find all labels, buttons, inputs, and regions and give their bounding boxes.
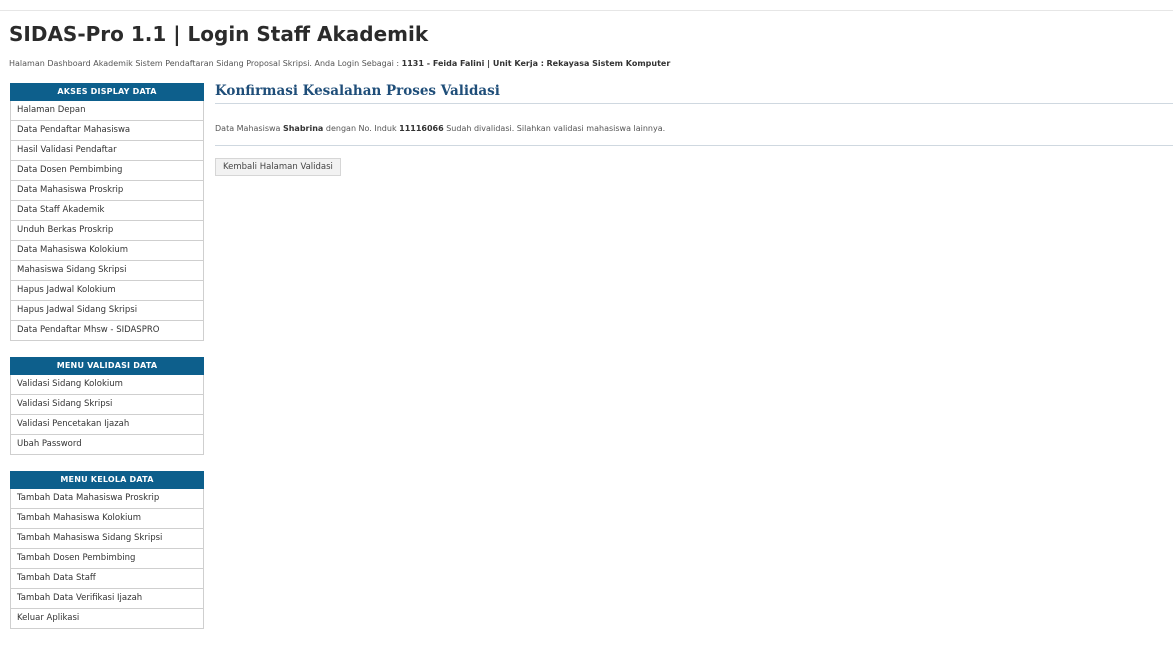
main-content: Konfirmasi Kesalahan Proses Validasi Dat… [215, 83, 1173, 176]
sidebar-menu-item[interactable]: Data Staff Akademik [10, 201, 204, 221]
sidebar-menu-item[interactable]: Validasi Sidang Skripsi [10, 395, 204, 415]
sidebar-menu-item[interactable]: Tambah Data Staff [10, 569, 204, 589]
message-text-1: Data Mahasiswa [215, 124, 283, 133]
sidebar-menu-item[interactable]: Tambah Mahasiswa Kolokium [10, 509, 204, 529]
top-divider [0, 10, 1173, 11]
separator-dash: - [423, 59, 433, 68]
login-info: Halaman Dashboard Akademik Sistem Pendaf… [9, 59, 670, 68]
sidebar-menu-item[interactable]: Keluar Aplikasi [10, 609, 204, 629]
sidebar-menu-item[interactable]: Data Pendaftar Mhsw - SIDASPRO [10, 321, 204, 341]
app-title: SIDAS-Pro 1.1 | Login Staff Akademik [9, 22, 429, 46]
user-name: Feida Falini [432, 59, 485, 68]
sidebar-menu-item[interactable]: Hapus Jadwal Kolokium [10, 281, 204, 301]
sidebar-menu-item[interactable]: Tambah Data Mahasiswa Proskrip [10, 489, 204, 509]
student-id: 11116066 [399, 124, 444, 133]
confirmation-message: Data Mahasiswa Shabrina dengan No. Induk… [215, 124, 1173, 146]
login-info-prefix: Halaman Dashboard Akademik Sistem Pendaf… [9, 59, 402, 68]
student-name: Shabrina [282, 124, 324, 133]
user-id: 1131 [401, 59, 424, 68]
sidebar-menu-item[interactable]: Data Pendaftar Mahasiswa [10, 121, 204, 141]
sidebar-menu-item[interactable]: Tambah Dosen Pembimbing [10, 549, 204, 569]
sidebar-menu-item[interactable]: Data Mahasiswa Kolokium [10, 241, 204, 261]
sidebar-menu-item[interactable]: Validasi Sidang Kolokium [10, 375, 204, 395]
unit-label: Unit Kerja : [492, 59, 544, 68]
menu-group: MENU KELOLA DATA Tambah Data Mahasiswa Pr… [10, 471, 204, 629]
menu-group-header: AKSES DISPLAY DATA [10, 83, 204, 101]
sidebar-menu-item[interactable]: Tambah Mahasiswa Sidang Skripsi [10, 529, 204, 549]
sidebar-menu-item[interactable]: Data Dosen Pembimbing [10, 161, 204, 181]
menu-group-header: MENU KELOLA DATA [10, 471, 204, 489]
sidebar: AKSES DISPLAY DATA Halaman Depan Data Pend… [10, 83, 204, 645]
sidebar-menu-item[interactable]: Tambah Data Verifikasi Ijazah [10, 589, 204, 609]
menu-group-header: MENU VALIDASI DATA [10, 357, 204, 375]
sidebar-menu-item[interactable]: Data Mahasiswa Proskrip [10, 181, 204, 201]
sidebar-menu-item[interactable]: Halaman Depan [10, 101, 204, 121]
sidebar-menu-item[interactable]: Unduh Berkas Proskrip [10, 221, 204, 241]
unit-name: Rekayasa Sistem Komputer [546, 59, 671, 68]
sidebar-menu-item[interactable]: Mahasiswa Sidang Skripsi [10, 261, 204, 281]
sidebar-menu-item[interactable]: Ubah Password [10, 435, 204, 455]
back-to-validation-button[interactable]: Kembali Halaman Validasi [215, 158, 341, 176]
menu-group: AKSES DISPLAY DATA Halaman Depan Data Pend… [10, 83, 204, 341]
menu-group: MENU VALIDASI DATA Validasi Sidang Koloki… [10, 357, 204, 455]
message-text-3: Sudah divalidasi. Silahkan validasi maha… [443, 124, 666, 133]
separator-pipe: | [484, 59, 493, 68]
sidebar-menu-item[interactable]: Validasi Pencetakan Ijazah [10, 415, 204, 435]
message-text-2: dengan No. Induk [323, 124, 400, 133]
sidebar-menu-item[interactable]: Hapus Jadwal Sidang Skripsi [10, 301, 204, 321]
page-title: Konfirmasi Kesalahan Proses Validasi [215, 83, 1173, 104]
sidebar-menu-item[interactable]: Hasil Validasi Pendaftar [10, 141, 204, 161]
